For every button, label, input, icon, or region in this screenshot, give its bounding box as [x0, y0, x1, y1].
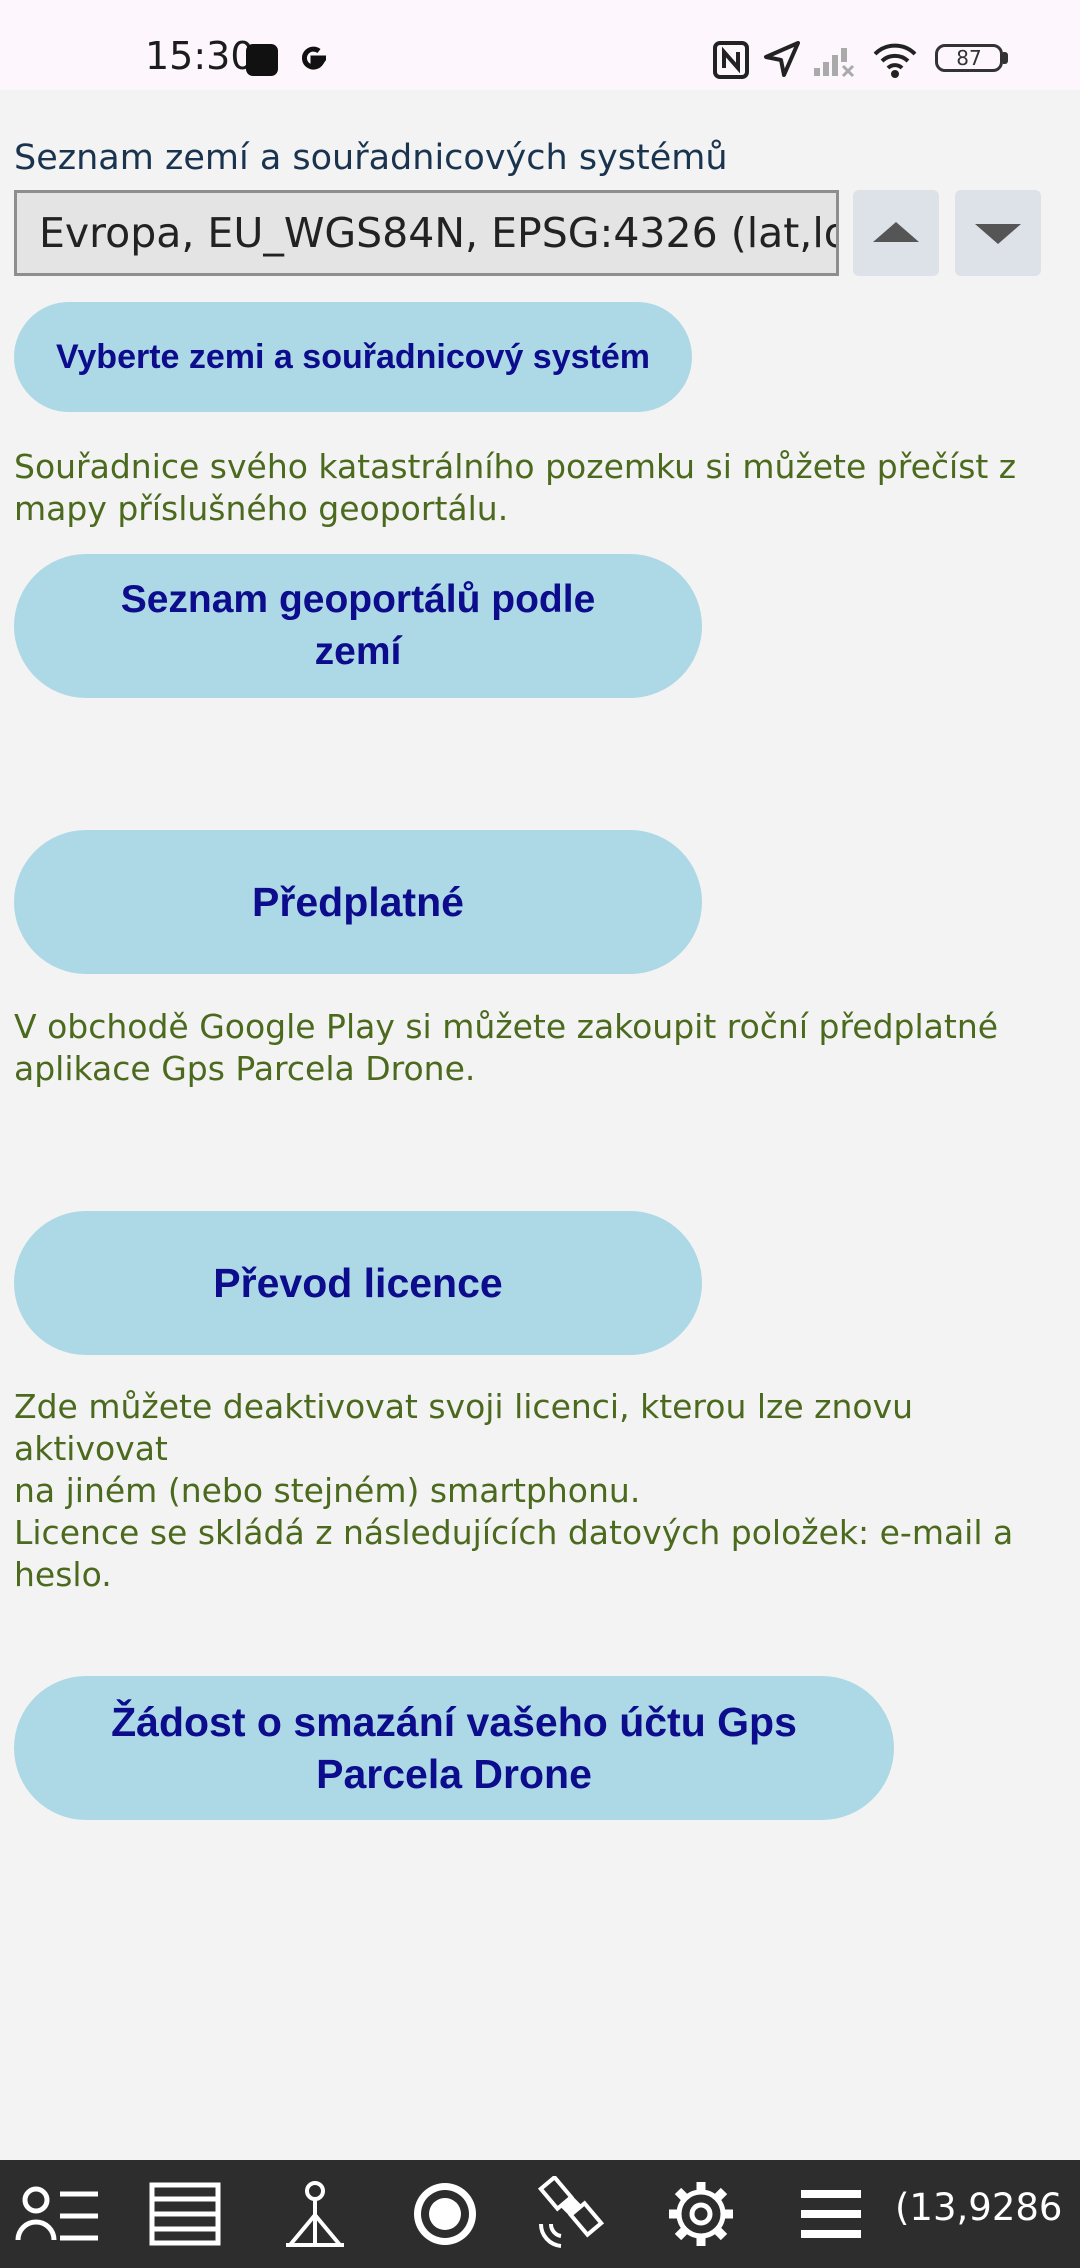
arrow-up-button[interactable] [853, 190, 939, 276]
arrow-down-icon [975, 224, 1021, 244]
signal-icon [814, 48, 855, 78]
layers-list-icon [149, 2182, 221, 2246]
license-note-line3: Licence se skládá z následujících datový… [14, 1513, 1014, 1552]
record-icon [414, 2183, 476, 2245]
license-note: Zde můžete deaktivovat svoji licenci, kt… [14, 1386, 1064, 1596]
arrow-up-icon [873, 222, 919, 242]
survey-tripod-icon [286, 2181, 344, 2247]
nav-satellite-button[interactable] [520, 2160, 626, 2268]
country-list-label: Seznam zemí a souřadnicových systémů [14, 138, 728, 178]
select-country-button[interactable]: Vyberte zemi a souřadnicový systém [14, 302, 692, 412]
geoportals-button[interactable]: Seznam geoportálů podle zemí [14, 554, 702, 698]
status-bar: 15:30 87 [0, 0, 1080, 90]
delete-account-button[interactable]: Žádost o smazání vašeho účtu Gps Parcela… [14, 1676, 894, 1820]
license-transfer-label: Převod licence [213, 1259, 503, 1306]
coords-note-line1: Souřadnice svého katastrálního pozemku s… [14, 447, 1017, 486]
license-note-line1: Zde můžete deaktivovat svoji licenci, kt… [14, 1387, 914, 1468]
subscription-button[interactable]: Předplatné [14, 830, 702, 974]
nfc-icon [713, 41, 749, 79]
nav-settings-button[interactable] [648, 2160, 754, 2268]
subscription-note: V obchodě Google Play si můžete zakoupit… [14, 1006, 1064, 1090]
arrow-down-button[interactable] [955, 190, 1041, 276]
google-icon [302, 46, 326, 70]
subscription-note-line2: aplikace Gps Parcela Drone. [14, 1049, 476, 1088]
country-system-select[interactable]: Evropa, EU_WGS84N, EPSG:4326 (lat,lon) [14, 190, 839, 276]
wifi-icon [873, 43, 917, 78]
nav-survey-button[interactable] [262, 2160, 368, 2268]
app-notification-icon [246, 44, 278, 76]
geoportals-label-line1: Seznam geoportálů podle [120, 578, 596, 621]
subscription-label: Předplatné [252, 878, 464, 925]
nav-layers-button[interactable] [132, 2160, 238, 2268]
menu-icon [801, 2190, 861, 2238]
license-note-line2: na jiném (nebo stejném) smartphonu. [14, 1471, 641, 1510]
nav-person-list-button[interactable] [4, 2160, 110, 2268]
geoportals-label-line2: zemí [314, 630, 402, 673]
location-icon [764, 41, 800, 77]
nav-menu-button[interactable] [778, 2160, 884, 2268]
coords-note: Souřadnice svého katastrálního pozemku s… [14, 446, 1064, 530]
select-country-label: Vyberte zemi a souřadnicový systém [55, 337, 650, 376]
coords-note-line2: mapy příslušného geoportálu. [14, 489, 509, 528]
coordinates-readout: (13,9286 [895, 2186, 1063, 2229]
status-time: 15:30 [145, 34, 255, 78]
nav-record-button[interactable] [392, 2160, 498, 2268]
bottom-nav-bar: (13,9286 [0, 2160, 1080, 2268]
license-note-line4: heslo. [14, 1555, 112, 1594]
person-list-icon [15, 2186, 98, 2241]
battery-icon: 87 [935, 44, 1003, 72]
gear-icon [669, 2182, 733, 2246]
subscription-note-line1: V obchodě Google Play si můžete zakoupit… [14, 1007, 999, 1046]
delete-account-label-line2: Parcela Drone [316, 1751, 592, 1797]
delete-account-label-line1: Žádost o smazání vašeho účtu Gps [111, 1699, 797, 1745]
satellite-icon [537, 2176, 605, 2248]
battery-level: 87 [956, 46, 982, 70]
battery-tip [1003, 52, 1008, 64]
license-transfer-button[interactable]: Převod licence [14, 1211, 702, 1355]
